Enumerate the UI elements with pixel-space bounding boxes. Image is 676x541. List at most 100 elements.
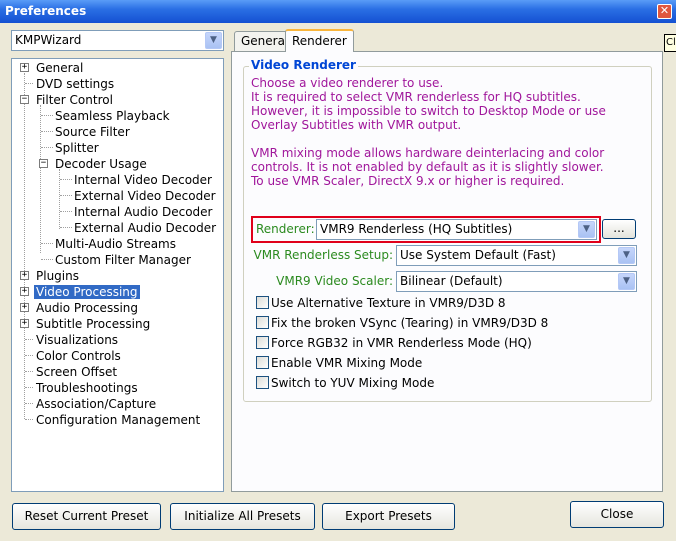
tree-item-label: Seamless Playback bbox=[55, 109, 170, 123]
checkbox-fix-vsync[interactable]: Fix the broken VSync (Tearing) in VMR9/D… bbox=[256, 316, 548, 332]
tree-line bbox=[25, 403, 33, 404]
collapse-minus-icon[interactable]: − bbox=[39, 159, 48, 168]
checkbox-box[interactable] bbox=[256, 296, 269, 309]
tree-item-label: Custom Filter Manager bbox=[55, 253, 191, 267]
tree-line bbox=[41, 259, 53, 260]
preset-select[interactable]: KMPWizard ▼ bbox=[11, 30, 224, 51]
tree-item-color-controls[interactable]: Color Controls bbox=[34, 348, 123, 364]
preferences-window: Preferences ✕ Cl KMPWizard ▼ + − − + + +… bbox=[0, 0, 676, 541]
initialize-all-presets-button[interactable]: Initialize All Presets bbox=[170, 503, 315, 530]
expand-plus-icon[interactable]: + bbox=[20, 63, 29, 72]
expand-plus-icon[interactable]: + bbox=[20, 319, 29, 328]
checkbox-label: Enable VMR Mixing Mode bbox=[271, 356, 423, 370]
button-label: Close bbox=[600, 507, 634, 521]
checkbox-box[interactable] bbox=[256, 336, 269, 349]
tree-item-configuration-management[interactable]: Configuration Management bbox=[34, 412, 202, 428]
tree-line bbox=[60, 227, 72, 228]
checkbox-alt-texture[interactable]: Use Alternative Texture in VMR9/D3D 8 bbox=[256, 296, 506, 312]
tree-item-troubleshootings[interactable]: Troubleshootings bbox=[34, 380, 140, 396]
title-bar: Preferences ✕ bbox=[0, 0, 676, 23]
setup-label: VMR Renderless Setup: bbox=[253, 248, 393, 262]
renderer-value: VMR9 Renderless (HQ Subtitles) bbox=[320, 222, 513, 236]
collapse-minus-icon[interactable]: − bbox=[20, 95, 29, 104]
tree-item-decoder-usage[interactable]: Decoder Usage bbox=[53, 156, 149, 172]
tree-line bbox=[24, 73, 25, 419]
tree-item-multi-audio-streams[interactable]: Multi-Audio Streams bbox=[53, 236, 178, 252]
tree-item-screen-offset[interactable]: Screen Offset bbox=[34, 364, 119, 380]
tree-line bbox=[41, 243, 53, 244]
renderer-options-button[interactable]: ... bbox=[602, 219, 636, 239]
tree-item-label: Visualizations bbox=[36, 333, 119, 347]
checkbox-label: Force RGB32 in VMR Renderless Mode (HQ) bbox=[271, 336, 532, 350]
checkbox-vmr-mixing[interactable]: Enable VMR Mixing Mode bbox=[256, 356, 422, 372]
button-label: Export Presets bbox=[345, 509, 432, 523]
reset-current-preset-button[interactable]: Reset Current Preset bbox=[12, 503, 161, 530]
tree-item-dvd-settings[interactable]: DVD settings bbox=[34, 76, 116, 92]
description-line: VMR mixing mode allows hardware deinterl… bbox=[251, 146, 605, 160]
tree-item-label: External Video Decoder bbox=[74, 189, 216, 203]
side-tooltip: Cl bbox=[664, 34, 676, 52]
tree-item-internal-video-decoder[interactable]: Internal Video Decoder bbox=[72, 172, 214, 188]
description-line: Choose a video renderer to use. bbox=[251, 76, 444, 90]
tab-label: General bbox=[241, 34, 289, 48]
settings-tree: + − − + + + + General DVD settings Filte… bbox=[11, 58, 224, 492]
tree-item-video-processing[interactable]: Video Processing bbox=[34, 284, 140, 300]
tree-item-label: General bbox=[36, 61, 84, 75]
tree-item-splitter[interactable]: Splitter bbox=[53, 140, 101, 156]
button-label: Reset Current Preset bbox=[24, 509, 149, 523]
tree-item-audio-processing[interactable]: Audio Processing bbox=[34, 300, 140, 316]
tree-item-label: Plugins bbox=[36, 269, 79, 283]
expand-plus-icon[interactable]: + bbox=[20, 303, 29, 312]
checkbox-box[interactable] bbox=[256, 376, 269, 389]
checkbox-yuv-mixing[interactable]: Switch to YUV Mixing Mode bbox=[256, 376, 434, 392]
export-presets-button[interactable]: Export Presets bbox=[322, 503, 455, 530]
tree-item-label: Association/Capture bbox=[36, 397, 157, 411]
chevron-down-icon[interactable]: ▼ bbox=[578, 221, 595, 238]
expand-plus-icon[interactable]: + bbox=[20, 287, 29, 296]
tree-item-internal-audio-decoder[interactable]: Internal Audio Decoder bbox=[72, 204, 214, 220]
description-line: controls. It is not enabled by default a… bbox=[251, 160, 604, 174]
checkbox-box[interactable] bbox=[256, 356, 269, 369]
renderer-label: Renderer: bbox=[256, 222, 315, 236]
tree-item-source-filter[interactable]: Source Filter bbox=[53, 124, 132, 140]
tab-renderer[interactable]: Renderer bbox=[285, 29, 354, 52]
tree-item-label: Color Controls bbox=[36, 349, 121, 363]
tree-line bbox=[41, 115, 53, 116]
tree-item-seamless-playback[interactable]: Seamless Playback bbox=[53, 108, 172, 124]
group-title: Video Renderer bbox=[249, 58, 358, 72]
tree-item-label: Source Filter bbox=[55, 125, 130, 139]
tree-item-label: External Audio Decoder bbox=[74, 221, 217, 235]
chevron-down-icon[interactable]: ▼ bbox=[618, 273, 635, 290]
tree-item-custom-filter-manager[interactable]: Custom Filter Manager bbox=[53, 252, 193, 268]
tree-item-label: Internal Video Decoder bbox=[74, 173, 212, 187]
scaler-label: VMR9 Video Scaler: bbox=[276, 274, 393, 288]
renderer-select[interactable]: VMR9 Renderless (HQ Subtitles) ▼ bbox=[316, 219, 597, 240]
chevron-down-icon[interactable]: ▼ bbox=[205, 32, 222, 49]
tree-item-visualizations[interactable]: Visualizations bbox=[34, 332, 120, 348]
tree-item-plugins[interactable]: Plugins bbox=[34, 268, 81, 284]
tree-line bbox=[25, 355, 33, 356]
tree-line bbox=[60, 211, 72, 212]
close-button[interactable]: Close bbox=[570, 501, 664, 528]
tree-item-label: Audio Processing bbox=[36, 301, 138, 315]
renderless-setup-select[interactable]: Use System Default (Fast) ▼ bbox=[396, 245, 637, 266]
checkbox-box[interactable] bbox=[256, 316, 269, 329]
tree-item-general[interactable]: General bbox=[34, 60, 85, 76]
tree-item-external-video-decoder[interactable]: External Video Decoder bbox=[72, 188, 218, 204]
tree-item-label: Configuration Management bbox=[36, 413, 201, 427]
description-line: It is required to select VMR renderless … bbox=[251, 90, 581, 104]
checkbox-label: Use Alternative Texture in VMR9/D3D 8 bbox=[271, 296, 506, 310]
tree-item-association-capture[interactable]: Association/Capture bbox=[34, 396, 158, 412]
chevron-down-icon[interactable]: ▼ bbox=[618, 247, 635, 264]
video-scaler-select[interactable]: Bilinear (Default) ▼ bbox=[396, 271, 637, 292]
tree-item-filter-control[interactable]: Filter Control bbox=[34, 92, 115, 108]
scaler-value: Bilinear (Default) bbox=[400, 274, 503, 288]
tree-line bbox=[25, 387, 33, 388]
tree-item-label: Troubleshootings bbox=[36, 381, 138, 395]
tree-item-external-audio-decoder[interactable]: External Audio Decoder bbox=[72, 220, 218, 236]
checkbox-force-rgb32[interactable]: Force RGB32 in VMR Renderless Mode (HQ) bbox=[256, 336, 532, 352]
tree-line bbox=[25, 371, 33, 372]
close-icon[interactable]: ✕ bbox=[657, 4, 672, 19]
expand-plus-icon[interactable]: + bbox=[20, 271, 29, 280]
tree-item-subtitle-processing[interactable]: Subtitle Processing bbox=[34, 316, 152, 332]
